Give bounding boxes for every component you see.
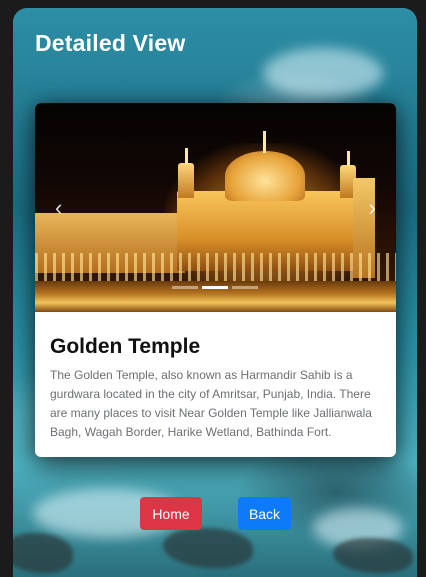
home-button[interactable]: Home: [140, 497, 202, 530]
temple-spire: [263, 131, 266, 153]
carousel-indicators: [172, 286, 258, 289]
place-description: The Golden Temple, also known as Harmand…: [50, 368, 372, 439]
ocean-background: Detailed View ‹ › Golden Temple The Gold…: [13, 8, 417, 577]
page-title: Detailed View: [35, 30, 186, 56]
chevron-left-icon[interactable]: ‹: [55, 197, 62, 219]
carousel-indicator[interactable]: [232, 286, 258, 289]
carousel-indicator[interactable]: [172, 286, 198, 289]
temple-spire: [185, 148, 188, 164]
chevron-right-icon[interactable]: ›: [369, 197, 376, 219]
back-button[interactable]: Back: [238, 497, 291, 530]
festival-lights: [35, 253, 396, 283]
background-rock: [13, 533, 73, 573]
temple-tower: [178, 163, 194, 198]
place-name: Golden Temple: [50, 335, 201, 358]
background-rock: [163, 528, 253, 568]
temple-spire: [347, 151, 350, 166]
image-carousel[interactable]: ‹ ›: [35, 103, 396, 312]
background-rock: [333, 538, 413, 573]
carousel-indicator-active[interactable]: [202, 286, 228, 289]
temple-dome: [225, 151, 305, 201]
background-foam: [263, 48, 383, 98]
place-card: ‹ › Golden Temple The Golden Temple, als…: [35, 103, 396, 457]
